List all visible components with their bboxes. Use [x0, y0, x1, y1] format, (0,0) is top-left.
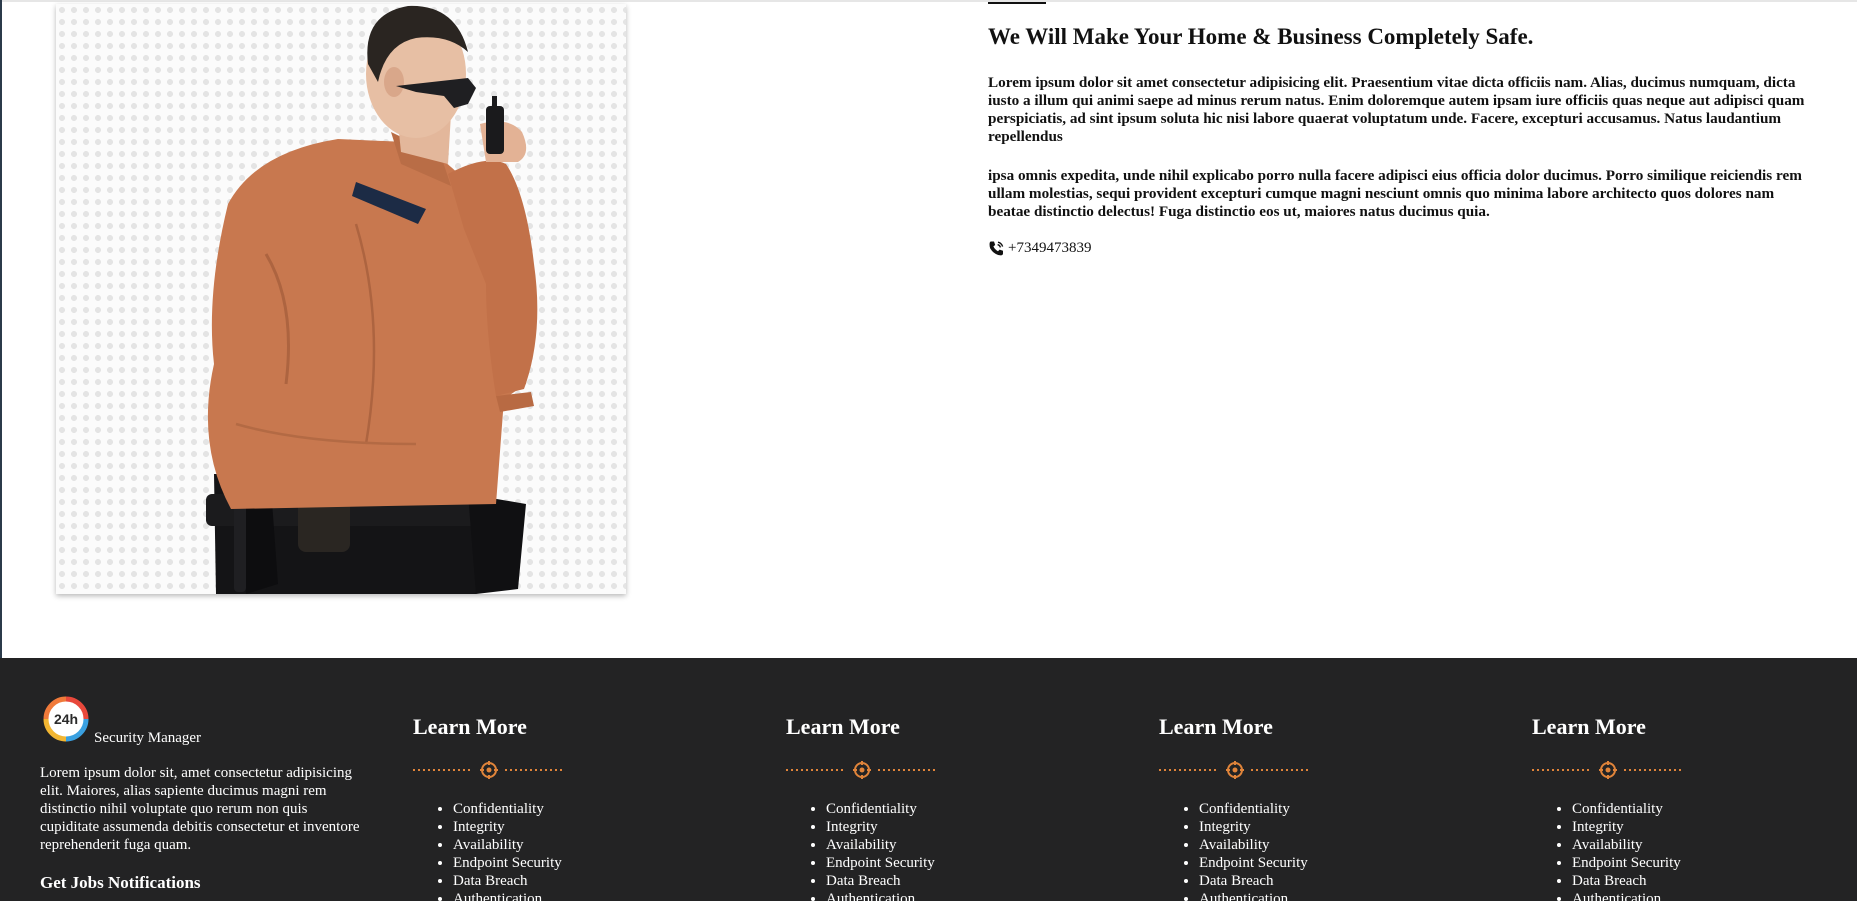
footer-link[interactable]: Integrity [826, 818, 935, 836]
footer-link[interactable]: Data Breach [1572, 872, 1681, 890]
crosshair-divider-icon [1532, 761, 1684, 779]
footer-link[interactable]: Confidentiality [1199, 800, 1308, 818]
phone-volume-icon [988, 240, 1005, 257]
about-title: We Will Make Your Home & Business Comple… [988, 24, 1534, 49]
jobs-notifications-heading: Get Jobs Notifications [40, 873, 201, 892]
crosshair-divider-icon [786, 761, 938, 779]
about-paragraph-1: Lorem ipsum dolor sit amet consectetur a… [988, 74, 1805, 145]
footer-link[interactable]: Availability [1199, 836, 1308, 854]
brand-name: Security Manager [94, 730, 202, 746]
column-title: Learn More [1159, 714, 1273, 739]
crosshair-divider-icon [1159, 761, 1311, 779]
footer-link[interactable]: Data Breach [826, 872, 935, 890]
brand-description: Lorem ipsum dolor sit, amet consectetur … [40, 765, 360, 853]
footer-link[interactable]: Integrity [1199, 818, 1308, 836]
phone-contact[interactable]: +7349473839 [988, 240, 1091, 257]
security-guard-illustration [206, 5, 538, 594]
footer-link[interactable]: Data Breach [1199, 872, 1308, 890]
footer-link[interactable]: Endpoint Security [453, 854, 562, 872]
column-title: Learn More [413, 714, 527, 739]
phone-number[interactable]: +7349473839 [1008, 240, 1091, 257]
footer-link[interactable]: Authentication [1572, 890, 1681, 908]
column-title: Learn More [1532, 714, 1646, 739]
top-border [0, 0, 1857, 2]
title-accent-bar [988, 2, 1046, 4]
footer-link[interactable]: Authentication [1199, 890, 1308, 908]
footer-link[interactable]: Authentication [826, 890, 935, 908]
footer-link[interactable]: Authentication [453, 890, 562, 908]
left-edge [0, 0, 2, 660]
footer-link[interactable]: Endpoint Security [1572, 854, 1681, 872]
brand-logo[interactable]: 24h [43, 696, 89, 742]
footer-link-list: Confidentiality Integrity Availability E… [413, 800, 562, 908]
footer-link[interactable]: Confidentiality [826, 800, 935, 818]
footer-link[interactable]: Confidentiality [453, 800, 562, 818]
footer-link[interactable]: Data Breach [453, 872, 562, 890]
footer-link[interactable]: Endpoint Security [826, 854, 935, 872]
about-paragraph-2: ipsa omnis expedita, unde nihil explicab… [988, 167, 1802, 220]
crosshair-divider-icon [413, 761, 565, 779]
footer-link[interactable]: Endpoint Security [1199, 854, 1308, 872]
footer-link-list: Confidentiality Integrity Availability E… [786, 800, 935, 908]
footer-link-list: Confidentiality Integrity Availability E… [1159, 800, 1308, 908]
footer-link[interactable]: Availability [826, 836, 935, 854]
footer-link[interactable]: Integrity [1572, 818, 1681, 836]
security-guard-image [56, 4, 626, 594]
column-title: Learn More [786, 714, 900, 739]
logo-text: 24h [54, 711, 78, 727]
footer-link[interactable]: Integrity [453, 818, 562, 836]
footer-link-list: Confidentiality Integrity Availability E… [1532, 800, 1681, 908]
site-footer: 24h Security Manager Lorem ipsum dolor s… [0, 658, 1857, 907]
footer-link[interactable]: Confidentiality [1572, 800, 1681, 818]
footer-link[interactable]: Availability [1572, 836, 1681, 854]
footer-link[interactable]: Availability [453, 836, 562, 854]
